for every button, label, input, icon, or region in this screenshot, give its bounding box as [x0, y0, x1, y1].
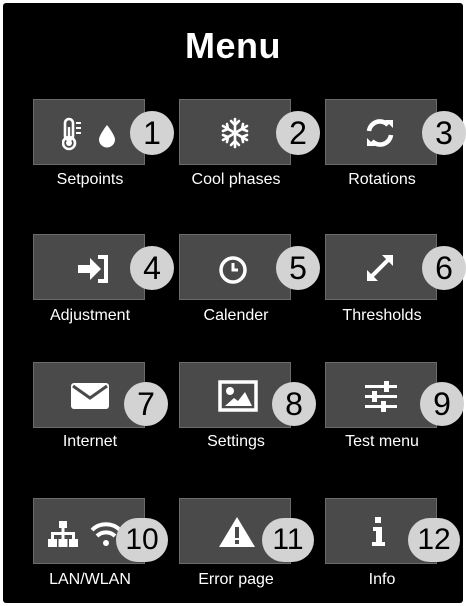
menu-tile-error-page[interactable]: 11 — [179, 498, 314, 564]
network-icon — [48, 521, 78, 547]
menu-label-setpoints: Setpoints — [56, 171, 124, 188]
menu-tile-rotations[interactable]: 3 — [325, 99, 466, 165]
clock-icon — [219, 256, 247, 284]
badge-number: 8 — [272, 382, 316, 426]
expand-icon — [367, 255, 393, 281]
envelope-icon — [71, 383, 109, 409]
menu-label-lan-wlan: LAN/WLAN — [49, 571, 131, 588]
menu-label-adjustment: Adjustment — [49, 307, 131, 324]
badge-number: 4 — [130, 246, 174, 290]
badge-number: 9 — [420, 382, 464, 426]
badge-number: 3 — [422, 111, 466, 155]
menu-label-thresholds: Thresholds — [342, 307, 422, 324]
menu-tile-test-menu[interactable]: 9 — [325, 362, 464, 428]
menu-tile-internet[interactable]: 7 — [33, 362, 168, 428]
badge-number: 12 — [408, 518, 460, 562]
water-drop-icon — [99, 125, 115, 148]
thermometer-icon — [62, 117, 81, 151]
badge-number: 5 — [276, 246, 320, 290]
menu-tile-cool-phases[interactable]: 2 — [179, 99, 320, 165]
menu-tile-calender[interactable]: 5 — [179, 234, 320, 300]
menu-label-info: Info — [368, 571, 396, 588]
menu-label-test-menu: Test menu — [345, 433, 419, 450]
snowflake-icon — [221, 117, 249, 149]
page-title: Menu — [185, 25, 281, 66]
menu-tile-info[interactable]: 12 — [325, 498, 460, 564]
badge-number: 11 — [262, 518, 314, 562]
warning-icon — [219, 517, 255, 547]
badge-number: 6 — [422, 246, 466, 290]
menu-tile-settings[interactable]: 8 — [179, 362, 316, 428]
info-icon — [372, 517, 385, 546]
image-icon — [218, 380, 258, 412]
sign-in-icon — [78, 255, 108, 283]
menu-label-error-page: Error page — [198, 571, 274, 588]
menu-tile-thresholds[interactable]: 6 — [325, 234, 466, 300]
menu-screen: Menu 1 Setpoints 2 Cool phases 3 Rotatio… — [3, 3, 466, 603]
menu-label-settings: Settings — [207, 433, 265, 450]
menu-label-internet: Internet — [62, 433, 118, 450]
menu-label-rotations: Rotations — [348, 171, 416, 188]
menu-tile-setpoints[interactable]: 1 — [33, 99, 174, 165]
menu-tile-lan-wlan[interactable]: 10 — [33, 498, 168, 564]
sliders-icon — [365, 381, 397, 412]
badge-number: 7 — [124, 382, 168, 426]
menu-label-cool-phases: Cool phases — [191, 171, 281, 188]
badge-number: 10 — [116, 518, 168, 562]
menu-tile-adjustment[interactable]: 4 — [33, 234, 174, 300]
badge-number: 2 — [276, 111, 320, 155]
badge-number: 1 — [130, 111, 174, 155]
sync-icon — [366, 119, 394, 147]
menu-label-calender: Calender — [203, 307, 269, 324]
